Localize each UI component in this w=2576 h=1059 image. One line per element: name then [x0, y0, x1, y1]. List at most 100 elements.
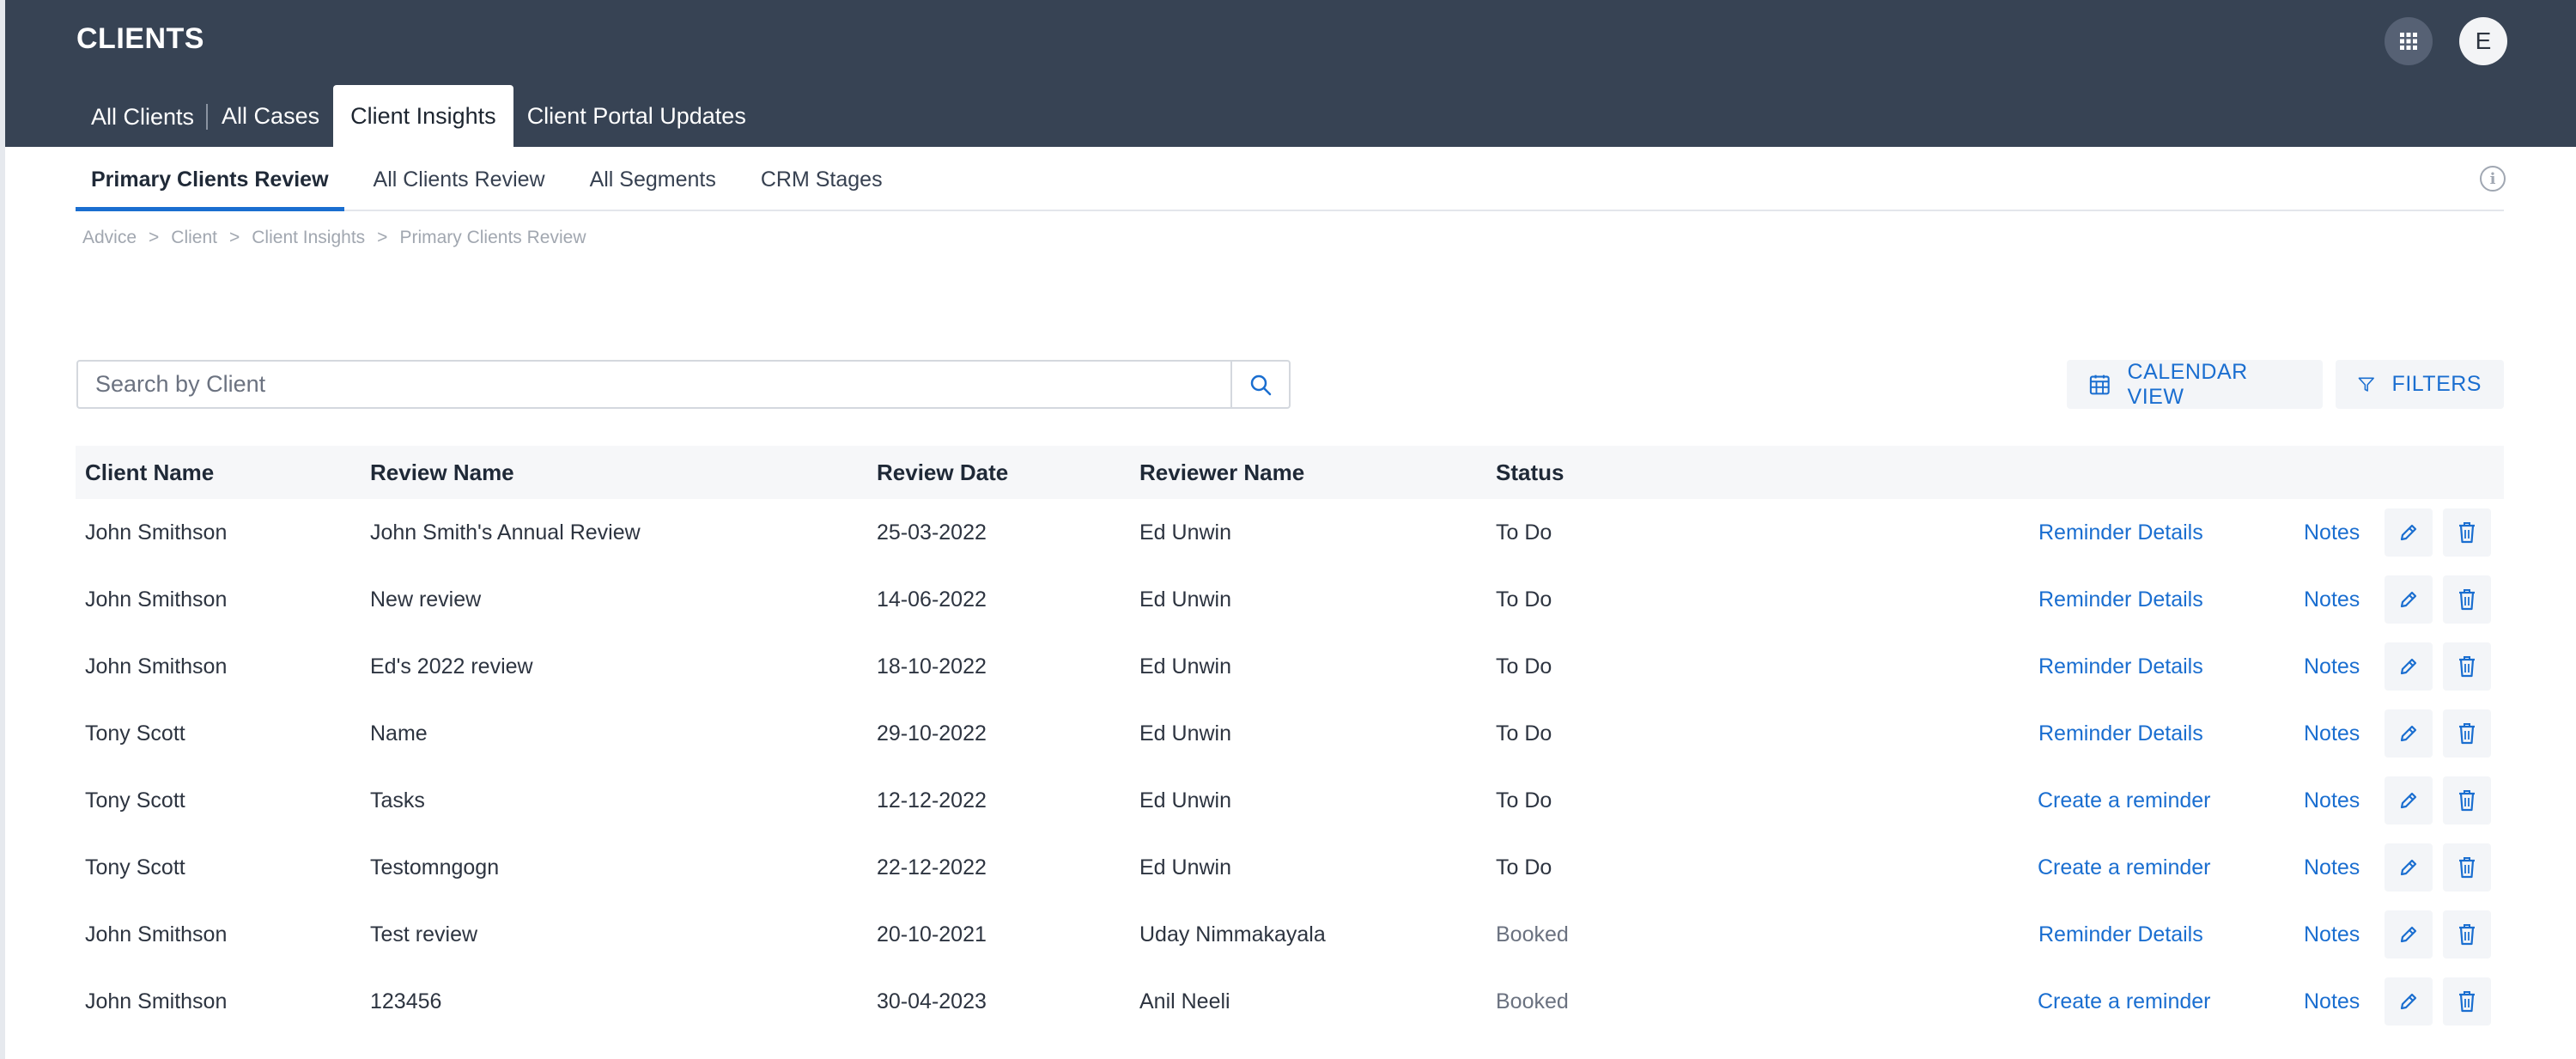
edit-button[interactable] — [2385, 575, 2433, 624]
search-button[interactable] — [1230, 362, 1289, 407]
table-row: John Smithson Test review 20-10-2021 Uday N… — [76, 901, 2504, 968]
tab-all-clients[interactable]: All Clients — [77, 104, 209, 130]
pencil-icon — [2400, 926, 2417, 943]
calendar-icon — [2089, 374, 2110, 394]
tab-client-insights[interactable]: Client Insights — [333, 85, 513, 147]
subtab-all-clients-review[interactable]: All Clients Review — [358, 148, 561, 211]
user-avatar[interactable]: E — [2459, 17, 2507, 65]
reminder-link[interactable]: Create a reminder — [2038, 968, 2210, 1035]
edit-button[interactable] — [2385, 508, 2433, 557]
cell-review-date: 12-12-2022 — [877, 788, 987, 813]
cell-review-date: 14-06-2022 — [877, 587, 987, 612]
cell-client-name[interactable]: John Smithson — [85, 566, 227, 633]
pencil-icon — [2400, 591, 2417, 608]
info-icon[interactable]: i — [2480, 166, 2506, 192]
cell-client-name[interactable]: Tony Scott — [85, 700, 185, 767]
reminder-link[interactable]: Create a reminder — [2038, 834, 2210, 901]
trash-icon — [2459, 790, 2475, 812]
delete-button[interactable] — [2443, 709, 2491, 758]
reminder-link[interactable]: Reminder Details — [2038, 499, 2203, 566]
delete-button[interactable] — [2443, 977, 2491, 1026]
cell-client-name[interactable]: John Smithson — [85, 633, 227, 700]
cell-review-name: New review — [370, 587, 482, 612]
calendar-view-button[interactable]: CALENDAR VIEW — [2067, 360, 2323, 409]
notes-link[interactable]: Notes — [2304, 566, 2360, 633]
cell-client-name[interactable]: John Smithson — [85, 499, 227, 566]
filters-button[interactable]: FILTERS — [2336, 360, 2504, 409]
cell-review-name: Ed's 2022 review — [370, 654, 533, 679]
reminder-link[interactable]: Reminder Details — [2038, 566, 2203, 633]
cell-reviewer-name: Ed Unwin — [1139, 520, 1231, 545]
notes-link[interactable]: Notes — [2304, 834, 2360, 901]
cell-status: To Do — [1496, 788, 1552, 813]
edit-button[interactable] — [2385, 843, 2433, 892]
tab-all-cases[interactable]: All Cases — [208, 85, 333, 147]
cell-review-date: 20-10-2021 — [877, 922, 987, 946]
edit-button[interactable] — [2385, 977, 2433, 1026]
cell-client-name[interactable]: Tony Scott — [85, 834, 185, 901]
notes-link[interactable]: Notes — [2304, 499, 2360, 566]
filters-label: FILTERS — [2391, 372, 2482, 396]
notes-link[interactable]: Notes — [2304, 700, 2360, 767]
breadcrumb-separator: > — [377, 228, 388, 247]
delete-button[interactable] — [2443, 508, 2491, 557]
delete-button[interactable] — [2443, 910, 2491, 959]
reminder-link[interactable]: Reminder Details — [2038, 633, 2203, 700]
pencil-icon — [2400, 792, 2417, 809]
filter-icon — [2358, 377, 2374, 392]
edit-button[interactable] — [2385, 642, 2433, 691]
cell-client-name[interactable]: Tony Scott — [85, 767, 185, 834]
top-tabs: All Clients All Cases Client Insights Cl… — [77, 85, 760, 147]
tab-client-portal-updates[interactable]: Client Portal Updates — [513, 85, 760, 147]
edit-button[interactable] — [2385, 776, 2433, 825]
trash-icon — [2459, 589, 2475, 611]
delete-button[interactable] — [2443, 843, 2491, 892]
cell-review-name: Name — [370, 721, 428, 746]
breadcrumb-current: Primary Clients Review — [399, 228, 586, 247]
reminder-link[interactable]: Reminder Details — [2038, 700, 2203, 767]
delete-button[interactable] — [2443, 642, 2491, 691]
cell-status: Booked — [1496, 989, 1569, 1013]
breadcrumb: Advice > Client > Client Insights > Prim… — [82, 228, 586, 248]
trash-icon — [2459, 857, 2475, 879]
cell-client-name[interactable]: John Smithson — [85, 968, 227, 1035]
cell-review-name: 123456 — [370, 989, 442, 1013]
subtab-all-segments[interactable]: All Segments — [574, 148, 732, 211]
table-row: Tony Scott Tasks 12-12-2022 Ed Unwin To Do Cr… — [76, 767, 2504, 834]
notes-link[interactable]: Notes — [2304, 901, 2360, 968]
calendar-view-label: CALENDAR VIEW — [2127, 359, 2248, 409]
pencil-icon — [2400, 658, 2417, 675]
table-body: John Smithson John Smith's Annual Review 2… — [76, 499, 2504, 1035]
table-row: Tony Scott Testomngogn 22-12-2022 Ed Unwin T… — [76, 834, 2504, 901]
notes-link[interactable]: Notes — [2304, 968, 2360, 1035]
reminder-link[interactable]: Create a reminder — [2038, 767, 2210, 834]
col-review-date[interactable]: Review Date — [877, 460, 1008, 486]
table-row: Tony Scott Name 29-10-2022 Ed Unwin To Do Rem… — [76, 700, 2504, 767]
col-reviewer-name[interactable]: Reviewer Name — [1139, 460, 1304, 486]
delete-button[interactable] — [2443, 575, 2491, 624]
cell-review-name: Testomngogn — [370, 855, 500, 879]
reminder-link[interactable]: Reminder Details — [2038, 901, 2203, 968]
pencil-icon — [2400, 725, 2417, 742]
breadcrumb-advice[interactable]: Advice — [82, 228, 137, 248]
apps-grid-button[interactable] — [2385, 17, 2433, 65]
reviews-table: Client Name Review Name Review Date Revi… — [76, 446, 2504, 1035]
notes-link[interactable]: Notes — [2304, 633, 2360, 700]
subtab-crm-stages[interactable]: CRM Stages — [745, 148, 898, 211]
table-row: John Smithson New review 14-06-2022 Ed Unwi… — [76, 566, 2504, 633]
breadcrumb-client[interactable]: Client — [171, 228, 217, 248]
breadcrumb-client-insights[interactable]: Client Insights — [252, 228, 365, 248]
notes-link[interactable]: Notes — [2304, 767, 2360, 834]
edit-button[interactable] — [2385, 910, 2433, 959]
cell-client-name[interactable]: John Smithson — [85, 901, 227, 968]
trash-icon — [2459, 656, 2475, 678]
col-status[interactable]: Status — [1496, 460, 1564, 486]
delete-button[interactable] — [2443, 776, 2491, 825]
search-input[interactable] — [78, 362, 1230, 407]
subtab-primary-clients-review[interactable]: Primary Clients Review — [76, 148, 344, 211]
cell-status: To Do — [1496, 587, 1552, 612]
col-review-name[interactable]: Review Name — [370, 460, 514, 486]
breadcrumb-separator: > — [149, 228, 160, 247]
edit-button[interactable] — [2385, 709, 2433, 758]
col-client-name[interactable]: Client Name — [85, 460, 214, 486]
